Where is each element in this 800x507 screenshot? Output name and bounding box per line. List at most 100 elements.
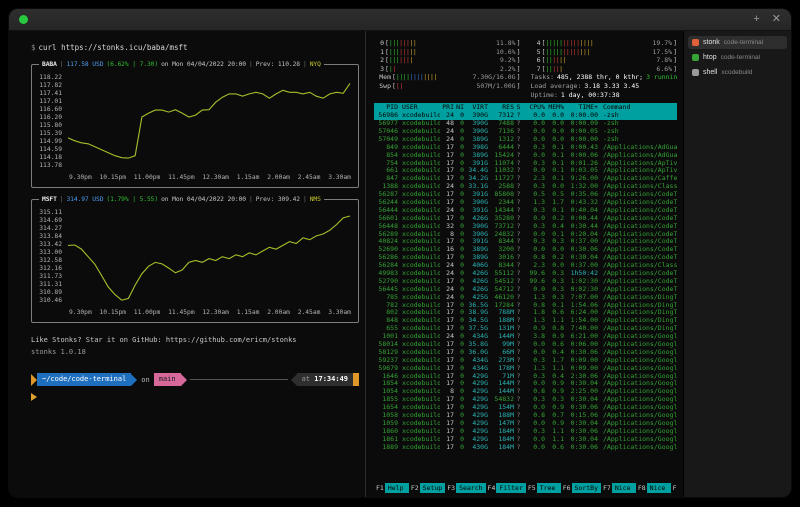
traffic-light-green[interactable] [19, 15, 28, 24]
process-row[interactable]: 56289xcodebuild80390G24832?0.00.10:20.04… [374, 231, 677, 239]
price-line-chart [66, 209, 352, 305]
session-item-stonk[interactable]: stonkcode-terminal [688, 36, 787, 49]
process-row[interactable]: 56286xcodebuild170389G3016?0.80.20:30.04… [374, 254, 677, 262]
swap-meter: Swp[||507M/1.00G] [374, 82, 521, 91]
process-row[interactable]: 1855xcodebuild170429G54832?0.30.30:30.04… [374, 396, 677, 404]
process-row[interactable]: 661xcodebuild17034.4G11032?0.00.10:03.05… [374, 167, 677, 175]
session-item-shell[interactable]: shell xcodebuild [688, 66, 787, 79]
process-row[interactable]: 655xcodebuild17037.5G131M?0.90.87:40.00/… [374, 325, 677, 333]
process-row[interactable]: 40824xcodebuild170391G8344?0.30.30:37.00… [374, 238, 677, 246]
column-header-ni[interactable]: NI [454, 103, 464, 112]
memory-meter: Mem[||||||||||||7.30G/16.0G] [374, 73, 521, 82]
process-row[interactable]: 52690xcodebuild160389G3200?0.00.00:30.06… [374, 246, 677, 254]
price-line-chart [66, 74, 352, 170]
process-row[interactable]: 754xcodebuild170391G11074?0.30.10:01.26/… [374, 160, 677, 168]
process-row[interactable]: 56445xcodebuild240426G54712?0.00.30:02:3… [374, 286, 677, 294]
process-row[interactable]: 58129xcodebuild17036.0G66M?0.00.40:30.06… [374, 349, 677, 357]
process-row[interactable]: 1646xcodebuild170429G71M?0.30.42:30.06/A… [374, 373, 677, 381]
fkey-f2[interactable]: F2Setup [409, 483, 445, 493]
column-header-pri[interactable]: PRI [440, 103, 454, 112]
fkey-f8[interactable]: F8Nice + [636, 483, 671, 493]
baba-chart-title: BABA | 117.58 USD (6.62% | 7.30) on Mon … [39, 61, 324, 69]
process-row[interactable]: 56284xcodebuild240406G8344?2.30.00:37.00… [374, 262, 677, 270]
process-row[interactable]: 1054xcodebuild80429G144M?0.80.92:25.00/A… [374, 388, 677, 396]
process-row[interactable]: 56444xcodebuild240391G14344?0.30.10:40.0… [374, 207, 677, 215]
left-terminal-pane: $curl https://stonks.icu/baba/msft BABA … [9, 31, 365, 497]
fkey-f5[interactable]: F5Tree [526, 483, 561, 493]
process-row[interactable]: 49983xcodebuild240426G55112?99.60.31h50:… [374, 270, 677, 278]
process-row[interactable]: 854xcodebuild170389G15424?0.00.10:00.06/… [374, 152, 677, 160]
y-axis-labels: 118.22117.82117.41117.01116.60116.20115.… [35, 74, 66, 170]
process-row[interactable]: 1654xcodebuild170429G154M?0.00.90:30.06/… [374, 404, 677, 412]
fkey-f9[interactable]: F9Kill [671, 483, 677, 493]
process-row[interactable]: 1059xcodebuild170429G147M?0.00.90:30.04/… [374, 420, 677, 428]
process-row[interactable]: 1058xcodebuild170429G188M?0.80.70:15.06/… [374, 412, 677, 420]
fkey-f6[interactable]: F6SortBy [561, 483, 601, 493]
process-row[interactable]: 59237xcodebuild170434G273M?0.31.70:09.00… [374, 357, 677, 365]
htop-pane: 0[||||||||11.8%]1[||||||||10.6%]2[||||||… [365, 31, 683, 497]
process-row[interactable]: 802xcodebuild17038.9G788M?1.80.66:24.00/… [374, 309, 677, 317]
prompt-end-cap [353, 373, 359, 386]
uptime-line: Uptime: 1 day, 00:37:38 [531, 91, 678, 100]
prompt-cursor[interactable] [31, 393, 37, 401]
process-row[interactable]: 56448xcodebuild320390G73712?0.30.40:30.4… [374, 223, 677, 231]
process-row[interactable]: 56244xcodebuild170390G2344?1.31.70:43.32… [374, 199, 677, 207]
new-tab-button[interactable]: + [753, 14, 759, 25]
column-header-pid[interactable]: PID [374, 103, 398, 112]
column-header-cpu[interactable]: CPU% [523, 103, 545, 112]
column-header-res[interactable]: RES [488, 103, 514, 112]
session-item-htop[interactable]: htopcode-terminal [688, 51, 787, 64]
process-row[interactable]: 1861xcodebuild170429G184M?0.01.10:30.04/… [374, 436, 677, 444]
session-name: stonk [703, 39, 720, 46]
process-row[interactable]: 1388xcodebuild24033.1G2588?0.30.01:32.00… [374, 183, 677, 191]
process-row[interactable]: 57049xcodebuild240389G1312?0.00.00:00.00… [374, 136, 677, 144]
prompt-fill-line [190, 379, 288, 380]
process-row[interactable]: 56601xcodebuild170426G35280?0.00.20:00.4… [374, 215, 677, 223]
process-row[interactable]: 847xcodebuild17034.2G11727?2.30.19:26.00… [374, 175, 677, 183]
column-header-time[interactable]: TIME+ [564, 103, 598, 112]
process-row[interactable]: 57046xcodebuild240390G7136?0.00.00:00.05… [374, 128, 677, 136]
process-row[interactable]: 56977xcodebuild480390G7488?0.00.00:00.09… [374, 120, 677, 128]
column-header-command[interactable]: Command [598, 103, 677, 112]
command-line: $curl https://stonks.icu/baba/msft [31, 43, 359, 53]
process-row[interactable]: 58014xcodebuild17035.8G99M?0.00.60:06.00… [374, 341, 677, 349]
process-row[interactable]: 1860xcodebuild170429G184M?0.31.10:30.06/… [374, 428, 677, 436]
load-average-line: Load average: 3.18 3.33 3.45 [531, 82, 678, 91]
prompt-on-word: on [137, 375, 153, 385]
process-row[interactable]: 56986xcodebuild240390G7312?0.00.00:00.00… [374, 112, 677, 120]
column-header-virt[interactable]: VIRT [464, 103, 488, 112]
column-header-mem[interactable]: MEM% [545, 103, 564, 112]
terminal-window: + ✕ $curl https://stonks.icu/baba/msft B… [8, 8, 792, 498]
fkey-f3[interactable]: F3Search [445, 483, 485, 493]
process-row[interactable]: 785xcodebuild240425G46120?1.30.37:07.00/… [374, 294, 677, 302]
cpu-meter-7: 7[|||||6.6%] [531, 65, 678, 74]
y-axis-labels: 315.11314.69314.27313.84313.42313.00312.… [35, 209, 66, 305]
cpu-meter-3: 3[||2.2%] [374, 65, 521, 74]
fkey-f1[interactable]: F1Help [374, 483, 409, 493]
session-subtitle: xcodebuild [721, 69, 752, 76]
process-row[interactable]: 848xcodebuild17034.5G188M?1.31.11:54.00/… [374, 317, 677, 325]
msft-chart-title: MSFT | 314.97 USD (1.79% | 5.55) on Mon … [39, 196, 324, 204]
fkey-f7[interactable]: F7Nice - [601, 483, 636, 493]
process-row[interactable]: 59679xcodebuild170434G178M?1.31.10:09.00… [374, 365, 677, 373]
column-header-user[interactable]: USER [398, 103, 440, 112]
process-row[interactable]: 1854xcodebuild170429G144M?0.00.90:30.04/… [374, 380, 677, 388]
process-row[interactable]: 1001xcodebuild240434G144M?3.80.96:21.00/… [374, 333, 677, 341]
cpu-meter-0: 0[||||||||11.8%] [374, 39, 521, 48]
fkey-f4[interactable]: F4Filter [486, 483, 526, 493]
htop-meter-column-right: 4[||||||||||||||19.7%]5[|||||||||||||17.… [531, 39, 678, 99]
process-row[interactable]: 849xcodebuild170398G6444?0.30.10:00.43/A… [374, 144, 677, 152]
process-row[interactable]: 56287xcodebuild170391G85808?0.50.50:35.0… [374, 191, 677, 199]
session-name: shell [703, 69, 717, 76]
process-table-header[interactable]: PIDUSERPRINIVIRTRESSCPU%MEM%TIME+Command [374, 103, 677, 112]
prompt-path-segment: ~/code/code-terminal [37, 373, 131, 386]
close-icon[interactable]: ✕ [772, 14, 781, 25]
column-header-s[interactable]: S [514, 103, 523, 112]
titlebar: + ✕ [9, 9, 791, 31]
shell-prompt[interactable]: ~/code/code-terminal on main at 17:34:49 [31, 373, 359, 386]
tasks-line: Tasks: 485, 2388 thr, 0 kthr; 3 running [531, 73, 678, 82]
htop-header: 0[||||||||11.8%]1[||||||||10.6%]2[||||||… [374, 39, 677, 99]
process-row[interactable]: 1889xcodebuild170430G184M?0.00.60:30.06/… [374, 444, 677, 452]
process-row[interactable]: 782xcodebuild17036.5G17284?0.80.11:54.06… [374, 302, 677, 310]
process-row[interactable]: 52790xcodebuild170426G54512?99.60.31:02:… [374, 278, 677, 286]
